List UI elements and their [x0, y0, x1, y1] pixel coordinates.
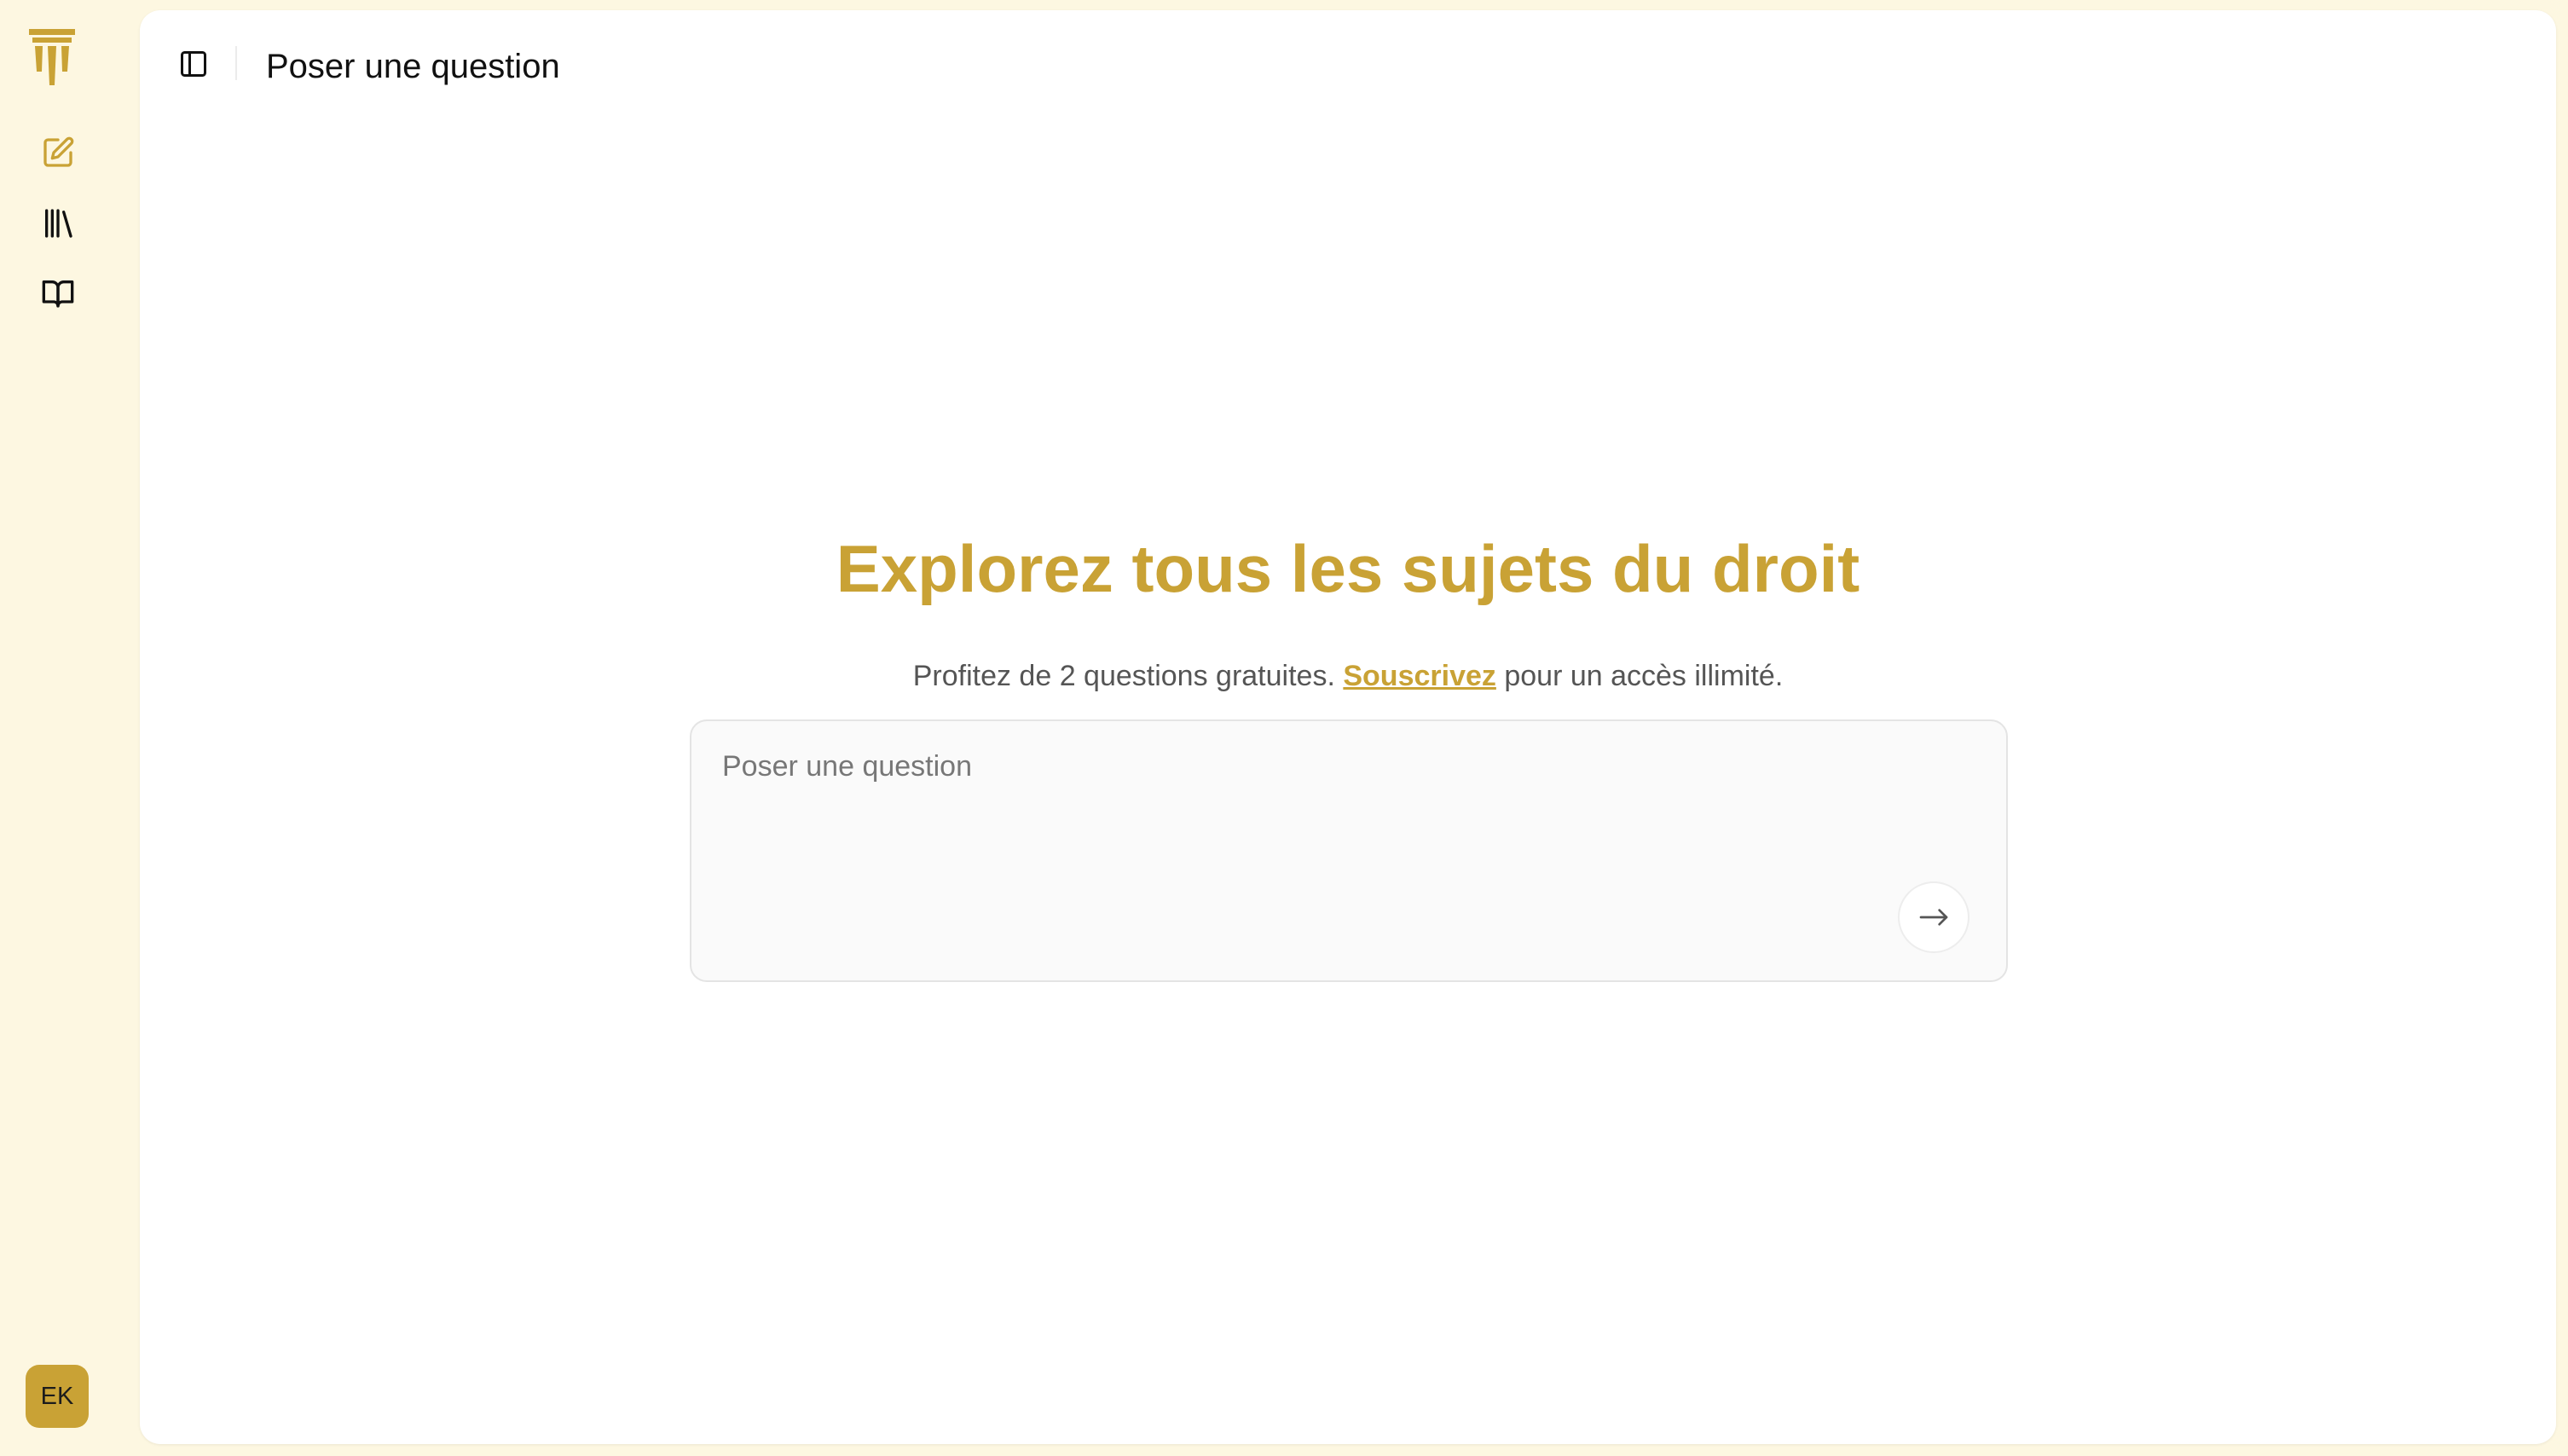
question-input[interactable] [722, 750, 1950, 887]
app-logo[interactable] [27, 26, 77, 87]
page-title: Poser une question [266, 48, 560, 85]
send-button[interactable] [1898, 881, 1969, 953]
sidebar-toggle-button[interactable] [174, 44, 213, 84]
arrow-right-icon [1919, 909, 1948, 926]
notice-text-after: pour un accès illimité. [1504, 660, 1784, 692]
guide-button[interactable] [38, 273, 78, 314]
panel-left-icon [181, 51, 206, 77]
pillar-logo-icon [29, 29, 75, 85]
new-question-button[interactable] [38, 132, 78, 173]
book-open-icon [42, 280, 74, 308]
main-panel: Poser une question Explorez tous les suj… [140, 10, 2556, 1444]
top-bar: Poser une question [140, 10, 2556, 104]
hero-title: Explorez tous les sujets du droit [836, 531, 1860, 606]
notice-text-before: Profitez de 2 questions gratuites. [912, 660, 1335, 692]
header-divider [235, 46, 237, 80]
user-avatar[interactable]: EK [26, 1365, 89, 1428]
free-questions-notice: Profitez de 2 questions gratuites. Sousc… [140, 655, 2556, 697]
library-button[interactable] [38, 203, 78, 244]
question-composer [690, 719, 2008, 982]
library-icon [45, 209, 72, 238]
subscribe-link[interactable]: Souscrivez [1343, 660, 1496, 692]
edit-icon [43, 136, 74, 167]
left-rail: EK [0, 0, 140, 1456]
